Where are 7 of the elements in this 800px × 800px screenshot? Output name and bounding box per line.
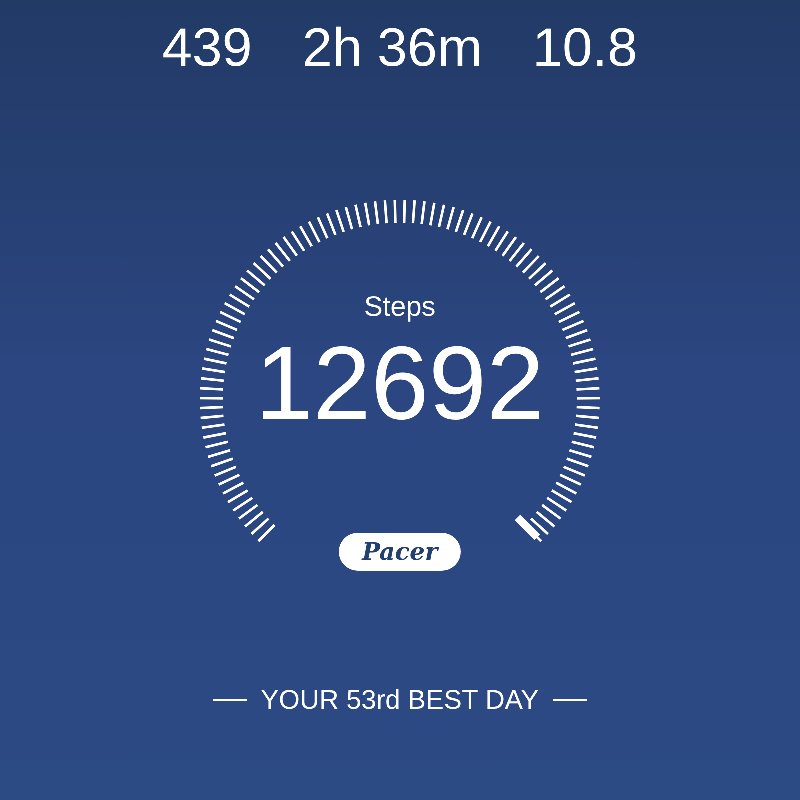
stat-value: 10.8	[532, 17, 638, 80]
stat-value: 2h 36m	[302, 17, 483, 80]
pacer-logo: Pacer	[339, 533, 461, 571]
best-day-text: YOUR 53rd BEST DAY	[260, 684, 540, 717]
step-count: 12692	[255, 326, 545, 442]
stat-value: 439	[162, 17, 252, 80]
steps-label: Steps	[364, 290, 436, 324]
